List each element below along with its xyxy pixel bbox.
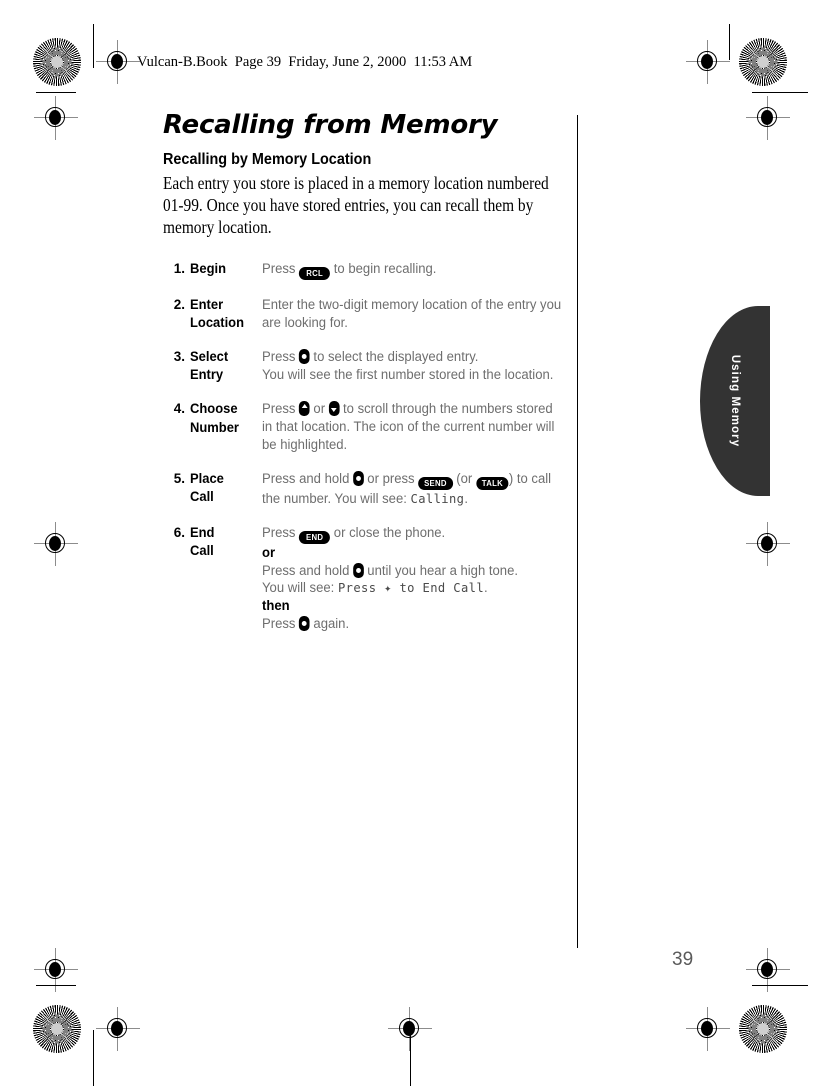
trim-line-bottom-left [36, 985, 76, 987]
step-item: 2. Enter Location Enter the two-digit mem… [163, 296, 573, 332]
file-header: Vulcan-B.Book Page 39 Friday, June 2, 20… [137, 54, 473, 70]
page-title: Recalling from Memory [163, 110, 498, 140]
trim-line-top-right [752, 92, 808, 94]
step-body: Press and hold or press SEND (or TALK) t… [262, 470, 564, 508]
page-number: 39 [672, 949, 694, 970]
registration-mark-left-upper [34, 96, 78, 140]
nav-down-key-icon [328, 401, 340, 417]
step-text: . [484, 580, 488, 596]
registration-mark-top-right [686, 40, 730, 84]
display-text-calling: Calling [410, 490, 465, 506]
step-text: Press and hold [262, 562, 353, 578]
step-text: You will see: [262, 580, 338, 596]
starburst-registration-target-top-left [33, 38, 81, 86]
trim-line-top-left [36, 92, 76, 94]
sequence-then-label: then [262, 598, 290, 614]
end-key-icon: END [299, 530, 331, 544]
step-text: Press [262, 524, 300, 540]
alternative-or-label: or [262, 544, 276, 560]
step-text: (or [452, 470, 476, 486]
step-number: 3. [173, 349, 185, 365]
step-text: until you hear a high tone. [363, 562, 519, 578]
step-item: 6. End Call Press END or close the phone.… [163, 524, 573, 633]
intro-paragraph: Each entry you store is placed in a memo… [163, 173, 549, 238]
step-item: 5. Place Call Press and hold or press SEN… [163, 470, 573, 508]
trim-line-left-vertical-lower [93, 1030, 95, 1086]
step-text: . [464, 490, 468, 506]
registration-mark-left-middle [34, 522, 78, 566]
send-key-icon: SEND [418, 476, 453, 490]
step-text: Press [262, 261, 300, 277]
starburst-registration-target-bottom-left [33, 1005, 81, 1053]
step-label: Enter Location [190, 297, 244, 331]
step-text: again. [309, 615, 350, 631]
step-text: or [309, 401, 329, 417]
page-column-rule [577, 115, 579, 948]
step-body: Press or to scroll through the numbers s… [262, 400, 564, 453]
trim-line-left-vertical [93, 24, 95, 68]
step-text: Press [262, 349, 300, 365]
side-tab-label: Using Memory [729, 354, 741, 448]
step-text: Enter the two-digit memory location of t… [262, 297, 562, 330]
step-body: Enter the two-digit memory location of t… [262, 296, 564, 332]
nav-select-key-icon [299, 615, 310, 631]
step-text: Press and hold [262, 470, 353, 486]
nav-select-key-icon [352, 562, 364, 578]
registration-mark-right-middle [746, 522, 790, 566]
step-number: 6. [173, 524, 185, 540]
talk-key-icon: TALK [475, 476, 509, 490]
step-number: 5. [173, 470, 185, 486]
display-text-press-to-end-call: Press ✦ to End Call [337, 580, 485, 596]
step-item: 3. Select Entry Press to select the displ… [163, 348, 573, 384]
step-label: Begin [190, 261, 227, 277]
nav-select-key-icon [299, 349, 310, 365]
step-text: to select the displayed entry. [309, 349, 479, 365]
step-text: or press [363, 470, 419, 486]
nav-select-key-icon [352, 470, 364, 486]
step-item: 1. Begin Press RCL to begin recalling. [163, 260, 573, 281]
step-body: Press to select the displayed entry. You … [262, 348, 564, 384]
step-number: 4. [173, 401, 185, 417]
step-item: 4. Choose Number Press or to scroll throu… [163, 400, 573, 453]
step-label: Place Call [190, 470, 224, 504]
step-text: to begin recalling. [330, 261, 437, 277]
side-tab-using-memory: Using Memory [700, 306, 770, 496]
step-label: Select Entry [190, 349, 229, 383]
trim-line-center-bottom-vertical [410, 1030, 412, 1086]
step-text: You will see the first number stored in … [262, 367, 554, 383]
step-label: End Call [190, 524, 215, 558]
registration-mark-top-left [96, 40, 140, 84]
section-subtitle: Recalling by Memory Location [163, 151, 372, 168]
step-text: Press [262, 615, 300, 631]
step-body: Press END or close the phone. or Press a… [262, 524, 564, 633]
procedure-steps: 1. Begin Press RCL to begin recalling. 2… [163, 260, 573, 633]
rcl-key-icon: RCL [299, 267, 331, 281]
registration-mark-right-upper [746, 96, 790, 140]
step-body: Press RCL to begin recalling. [262, 260, 564, 281]
page-content: Recalling from Memory Recalling by Memor… [163, 110, 573, 648]
registration-mark-bottom-left [96, 1007, 140, 1051]
step-text: Press [262, 401, 300, 417]
trim-line-right-vertical [729, 24, 731, 60]
starburst-registration-target-bottom-right [739, 1005, 787, 1053]
starburst-registration-target-top-right [739, 38, 787, 86]
step-number: 1. [173, 261, 185, 277]
step-number: 2. [173, 297, 185, 313]
step-label: Choose Number [190, 401, 239, 435]
registration-mark-bottom-right [686, 1007, 730, 1051]
trim-line-bottom-right [752, 985, 808, 987]
step-text: or close the phone. [330, 524, 446, 540]
nav-up-key-icon [299, 401, 310, 417]
